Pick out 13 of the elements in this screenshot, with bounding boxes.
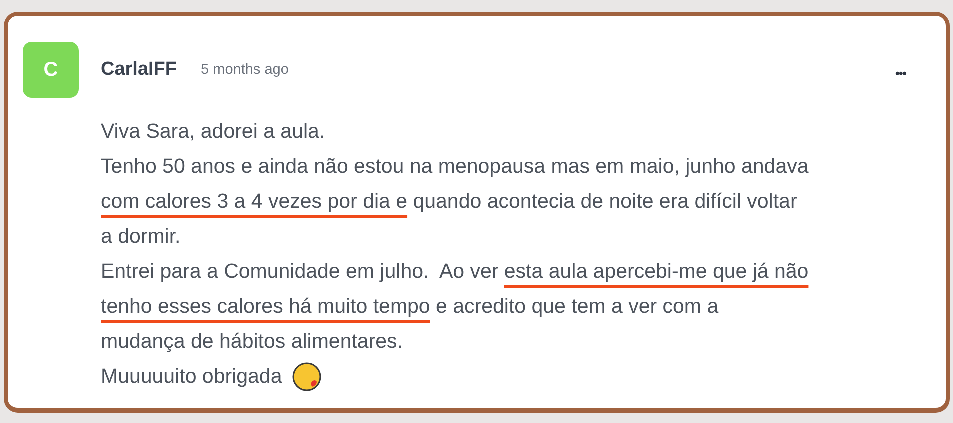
- comment-text: Tenho 50 anos e ainda não estou na menopausa mas em maio, junho andava: [101, 154, 810, 180]
- comment-text: tenho esses calores há muito tempo e acredito que tem a ver com a: [101, 294, 720, 320]
- comment-text: a dormir.: [101, 224, 182, 250]
- comment-time: 5 months ago: [201, 62, 289, 78]
- comment-text: mudança de hábitos alimentares.: [101, 329, 404, 355]
- comment-text: Viva Sara, adorei a aula.: [101, 119, 326, 145]
- comment-text: Muuuuuito obrigada: [101, 359, 906, 394]
- more-menu[interactable]: •••: [895, 66, 906, 80]
- author-name: CarlaIFF: [101, 59, 178, 81]
- comment-text: com calores 3 a 4 vezes por dia e quando acontecia de noite era difícil voltar: [101, 189, 798, 215]
- avatar: C: [23, 42, 79, 98]
- comment-text: Entrei para a Comunidade em julho. Ao ver esta aula apercebi-me que já não: [101, 259, 810, 285]
- emoji-icon: [292, 362, 322, 392]
